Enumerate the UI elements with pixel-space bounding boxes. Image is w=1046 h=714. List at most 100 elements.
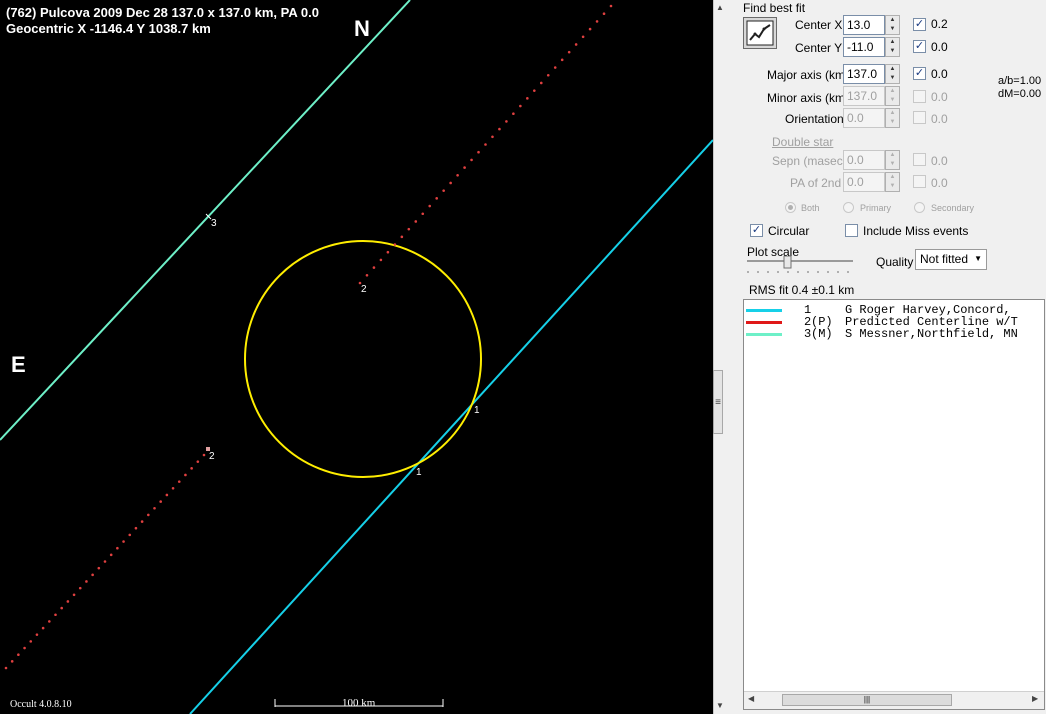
predicted-dot: [379, 258, 383, 262]
minor-axis-checkbox[interactable]: [913, 90, 926, 103]
spin-down-icon[interactable]: ▼: [886, 160, 899, 169]
predicted-dot: [498, 127, 501, 131]
orientation-step: 0.0: [931, 112, 948, 126]
predicted-chord-upper: [358, 4, 613, 285]
scroll-right-icon[interactable]: ▶: [1032, 694, 1038, 703]
predicted-dot: [512, 112, 515, 116]
spin-up-icon[interactable]: ▲: [886, 109, 899, 118]
predicted-dot: [41, 626, 45, 630]
dm-value: dM=0.00: [998, 88, 1042, 100]
predicted-dot: [560, 58, 564, 62]
center-x-input[interactable]: 13.0: [843, 15, 885, 35]
center-x-spin-buttons[interactable]: ▲ ▼: [885, 15, 900, 35]
radio-primary-label: Primary: [860, 203, 891, 213]
predicted-dot: [78, 586, 82, 590]
find-best-fit-button[interactable]: [743, 17, 777, 49]
predicted-dot: [470, 158, 473, 162]
major-axis-step: 0.0: [931, 67, 948, 81]
chart-fit-icon: [746, 20, 774, 46]
include-miss-checkbox[interactable]: [845, 224, 858, 237]
predicted-dot: [23, 646, 26, 650]
radio-both[interactable]: [785, 202, 796, 213]
splitter-grip-icon[interactable]: ≡: [713, 370, 723, 434]
predicted-dot: [553, 66, 557, 69]
scroll-thumb[interactable]: |||: [782, 694, 952, 706]
sepn-input[interactable]: 0.0: [843, 150, 885, 170]
spin-down-icon[interactable]: ▼: [886, 25, 899, 34]
panel-splitter[interactable]: [713, 0, 725, 714]
plot-scale-slider[interactable]: [745, 256, 857, 276]
sepn-checkbox[interactable]: [913, 153, 926, 166]
splitter-up-icon[interactable]: ▲: [716, 3, 724, 12]
occultation-plot[interactable]: (762) Pulcova 2009 Dec 28 137.0 x 137.0 …: [0, 0, 713, 714]
predicted-dot: [140, 520, 144, 523]
predicted-dot: [159, 500, 162, 503]
predicted-dot: [17, 653, 20, 656]
spin-down-icon[interactable]: ▼: [886, 182, 899, 191]
legend-swatch: [746, 333, 782, 336]
circular-checkbox[interactable]: ✓: [750, 224, 763, 237]
predicted-dot: [372, 266, 376, 269]
predicted-dot: [456, 173, 459, 177]
orientation-checkbox[interactable]: [913, 111, 926, 124]
radio-secondary[interactable]: [914, 202, 925, 213]
predicted-dot: [184, 473, 187, 477]
spin-down-icon[interactable]: ▼: [886, 96, 899, 105]
spin-up-icon[interactable]: ▲: [886, 16, 899, 25]
double-star-link[interactable]: Double star: [772, 135, 833, 149]
center-x-checkbox[interactable]: ✓: [913, 18, 926, 31]
predicted-dot: [421, 212, 425, 216]
legend-hscrollbar[interactable]: ◀ ||| ▶: [744, 691, 1044, 709]
plot-title: (762) Pulcova 2009 Dec 28 137.0 x 137.0 …: [6, 5, 319, 20]
pa-2nd-checkbox[interactable]: [913, 175, 926, 188]
pa-2nd-input[interactable]: 0.0: [843, 172, 885, 192]
center-y-input[interactable]: -11.0: [843, 37, 885, 57]
predicted-dot: [10, 660, 14, 663]
pa-2nd-spin-buttons[interactable]: ▲ ▼: [885, 172, 900, 192]
major-axis-input[interactable]: 137.0: [843, 64, 885, 84]
spin-down-icon[interactable]: ▼: [886, 47, 899, 56]
legend-row[interactable]: 3 (M) S Messner,Northfield, MN: [744, 328, 1044, 340]
predicted-dot: [393, 243, 397, 246]
spin-up-icon[interactable]: ▲: [886, 87, 899, 96]
spin-up-icon[interactable]: ▲: [886, 173, 899, 182]
scroll-left-icon[interactable]: ◀: [748, 694, 754, 703]
predicted-dot: [177, 480, 181, 483]
north-label: N: [354, 16, 370, 41]
predicted-dot: [72, 593, 76, 597]
version-label: Occult 4.0.8.10: [10, 699, 72, 710]
spin-up-icon[interactable]: ▲: [886, 151, 899, 160]
center-y-spin-buttons[interactable]: ▲ ▼: [885, 37, 900, 57]
splitter-down-icon[interactable]: ▼: [716, 701, 724, 710]
center-y-checkbox[interactable]: ✓: [913, 40, 926, 53]
radio-primary[interactable]: [843, 202, 854, 213]
scale-label: 100 km: [342, 697, 376, 709]
predicted-dot: [428, 204, 432, 208]
predicted-dot: [539, 81, 543, 85]
predicted-dot: [463, 166, 466, 169]
predicted-dot: [449, 181, 452, 185]
slider-thumb[interactable]: [783, 256, 792, 269]
chord-label-2-lower: 2: [209, 451, 215, 462]
predicted-dot: [505, 120, 508, 123]
major-axis-spin-buttons[interactable]: ▲ ▼: [885, 64, 900, 84]
major-axis-checkbox[interactable]: ✓: [913, 67, 926, 80]
spin-down-icon[interactable]: ▼: [886, 74, 899, 83]
minor-axis-input[interactable]: 137.0: [843, 86, 885, 106]
observer-legend-list[interactable]: 1 G Roger Harvey,Concord, 2 (P) Predicte…: [743, 299, 1045, 710]
minor-axis-step: 0.0: [931, 90, 948, 104]
predicted-dot: [29, 640, 33, 643]
predicted-dot: [97, 566, 101, 570]
quality-label: Quality: [876, 255, 914, 269]
predicted-dot: [526, 97, 529, 100]
sepn-spin-buttons[interactable]: ▲ ▼: [885, 150, 900, 170]
minor-axis-spin-buttons[interactable]: ▲ ▼: [885, 86, 900, 106]
orientation-spin-buttons[interactable]: ▲ ▼: [885, 108, 900, 128]
orientation-input[interactable]: 0.0: [843, 108, 885, 128]
spin-up-icon[interactable]: ▲: [886, 38, 899, 47]
quality-select[interactable]: Not fitted: [915, 249, 987, 270]
predicted-dot: [128, 533, 132, 537]
spin-down-icon[interactable]: ▼: [886, 118, 899, 127]
spin-up-icon[interactable]: ▲: [886, 65, 899, 74]
predicted-dot: [153, 506, 156, 510]
